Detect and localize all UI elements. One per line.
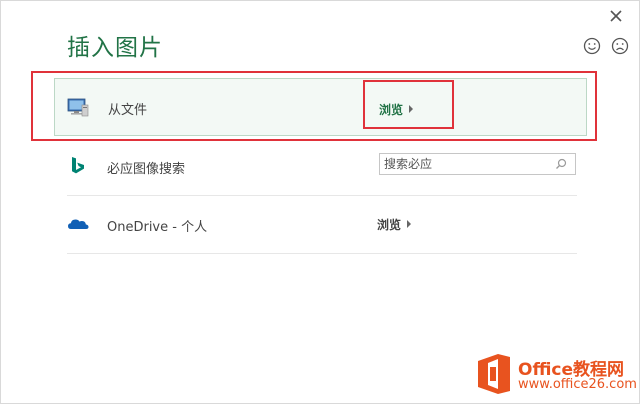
browse-label: 浏览: [377, 218, 402, 232]
bing-search-input[interactable]: [384, 156, 544, 172]
smile-feedback-icon[interactable]: [583, 37, 601, 55]
frown-feedback-icon[interactable]: [611, 37, 629, 55]
bing-image-search-label: 必应图像搜索: [107, 162, 186, 177]
insert-picture-dialog: 插入图片 从文件 浏览 必应图像搜索 搜索必应 OneDrive - 个人 浏览…: [0, 0, 640, 404]
caret-right-icon: [409, 105, 414, 113]
watermark: Office教程网 www.office26.com: [476, 353, 637, 399]
from-file-row[interactable]: 从文件 浏览: [54, 78, 587, 136]
dialog-title: 插入图片: [67, 35, 163, 61]
onedrive-cloud-icon: [68, 219, 89, 229]
office-logo-icon: [478, 354, 510, 394]
from-file-label: 从文件: [108, 103, 148, 118]
watermark-url: www.office26.com: [518, 377, 637, 392]
search-icon[interactable]: [555, 158, 567, 170]
computer-icon: [67, 98, 89, 117]
from-file-browse-link[interactable]: 浏览: [379, 101, 414, 118]
bing-search-box[interactable]: [379, 153, 576, 175]
caret-right-icon: [407, 220, 412, 228]
browse-label: 浏览: [379, 103, 404, 117]
onedrive-browse-link[interactable]: 浏览: [377, 216, 412, 233]
close-icon[interactable]: [609, 9, 623, 23]
onedrive-row[interactable]: OneDrive - 个人 浏览: [67, 196, 577, 254]
bing-icon: [72, 157, 84, 174]
bing-image-search-row: 必应图像搜索: [67, 138, 577, 196]
onedrive-label: OneDrive - 个人: [107, 220, 208, 235]
